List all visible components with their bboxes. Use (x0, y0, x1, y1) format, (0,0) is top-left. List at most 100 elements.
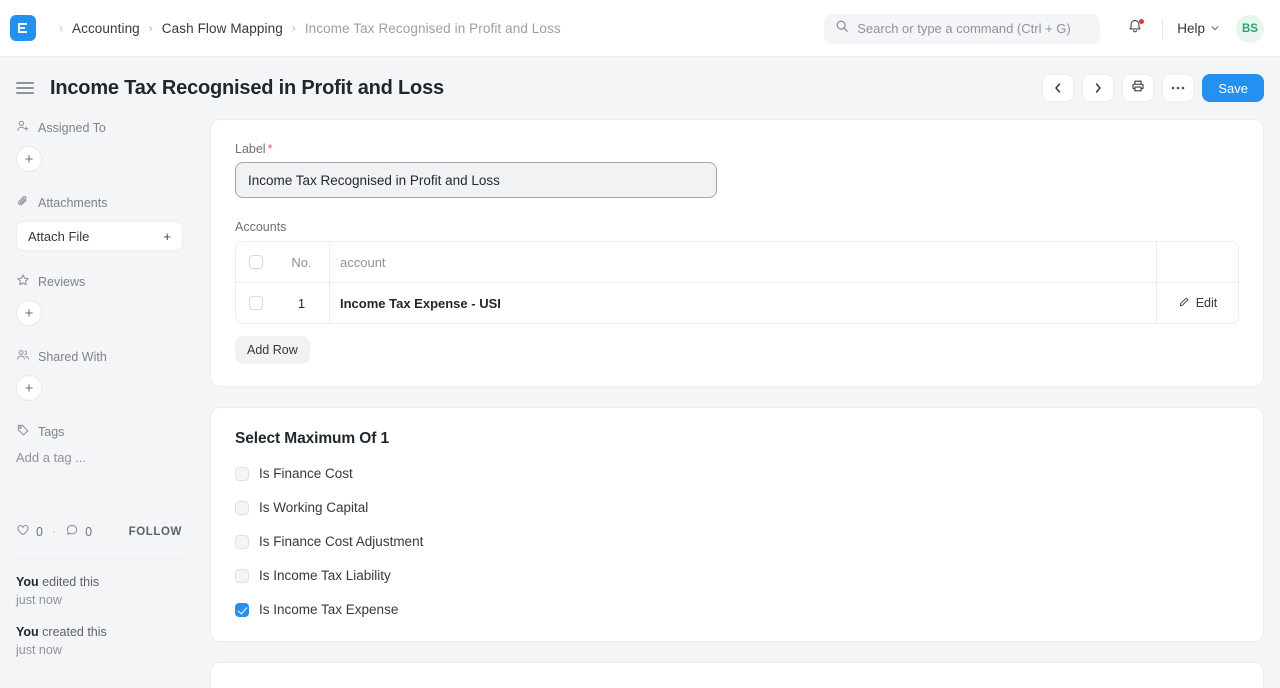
shared-with-label: Shared With (38, 349, 107, 364)
select-all-cell (236, 255, 274, 269)
label-field-text: Label (235, 142, 266, 156)
row-select-cell (236, 296, 274, 310)
notification-badge-dot (1139, 18, 1145, 24)
checkbox-row-is-working-capital[interactable]: Is Working Capital (235, 500, 1239, 515)
comment-button[interactable]: 0 (65, 523, 92, 540)
is-income-tax-expense-label: Is Income Tax Expense (259, 602, 399, 617)
activity-action-1: created this (38, 625, 107, 640)
activity-time-1: just now (16, 643, 62, 658)
column-header-account: account (329, 242, 1156, 282)
form-area: Label* Accounts No. account 1 (200, 119, 1280, 688)
breadcrumb-separator-2: › (291, 21, 296, 35)
attachments-header: Attachments (16, 194, 182, 211)
is-finance-cost-adjustment-checkbox[interactable] (235, 534, 249, 549)
attachments-label: Attachments (38, 195, 108, 210)
form-card-primary: Label* Accounts No. account 1 (210, 119, 1264, 387)
is-finance-cost-label: Is Finance Cost (259, 466, 353, 481)
search-input[interactable] (857, 21, 1090, 36)
is-income-tax-liability-label: Is Income Tax Liability (259, 568, 391, 583)
person-add-icon (16, 119, 30, 136)
is-income-tax-liability-checkbox[interactable] (235, 568, 249, 583)
follow-button[interactable]: FOLLOW (129, 526, 182, 538)
row-edit-button[interactable]: Edit (1156, 283, 1238, 323)
column-header-no: No. (291, 254, 312, 270)
search-icon (835, 19, 849, 38)
sidebar-section-attachments: Attachments Attach File + (16, 194, 183, 251)
attach-file-label: Attach File (28, 228, 90, 244)
row-account-cell[interactable]: Income Tax Expense - USI (329, 283, 1156, 323)
app-logo-icon[interactable] (10, 15, 36, 41)
save-button[interactable]: Save (1202, 74, 1264, 102)
people-icon (16, 348, 30, 365)
is-income-tax-expense-checkbox[interactable] (235, 602, 249, 617)
global-search[interactable] (824, 13, 1101, 44)
printer-icon (1131, 79, 1145, 98)
checkbox-row-is-finance-cost-adjustment[interactable]: Is Finance Cost Adjustment (235, 534, 1239, 549)
activity-entry-edited: You edited this just now (16, 573, 182, 609)
like-button[interactable]: 0 (16, 523, 43, 540)
add-tag-input[interactable]: Add a tag ... (16, 450, 182, 465)
print-button[interactable] (1122, 74, 1155, 102)
breadcrumb: › Accounting › Cash Flow Mapping › Incom… (50, 21, 561, 36)
add-row-button[interactable]: Add Row (235, 336, 310, 364)
navbar-divider (1162, 18, 1164, 39)
reviews-header: Reviews (16, 273, 182, 290)
next-document-button[interactable] (1082, 74, 1115, 102)
shared-with-header: Shared With (16, 348, 182, 365)
chevron-down-icon (1210, 21, 1220, 36)
page-title: Income Tax Recognised in Profit and Loss (50, 76, 444, 99)
tags-label: Tags (38, 424, 65, 439)
checkbox-row-is-finance-cost[interactable]: Is Finance Cost (235, 466, 1239, 481)
row-edit-label: Edit (1195, 296, 1218, 310)
comment-icon (65, 523, 79, 540)
add-share-button[interactable]: + (16, 375, 42, 401)
like-count: 0 (36, 524, 43, 539)
label-input[interactable] (235, 162, 717, 198)
row-account-value: Income Tax Expense - USI (340, 295, 501, 311)
social-separator: · (51, 524, 57, 539)
sidebar-divider (16, 558, 182, 559)
breadcrumb-item-current: Income Tax Recognised in Profit and Loss (304, 20, 561, 36)
select-all-checkbox[interactable] (249, 255, 263, 269)
pencil-icon (1178, 296, 1190, 311)
is-working-capital-checkbox[interactable] (235, 500, 249, 515)
notifications-button[interactable] (1122, 16, 1148, 42)
page-body: Assigned To + Attachments Attach File + (0, 119, 1280, 688)
row-index: 1 (297, 295, 306, 311)
checkbox-row-is-income-tax-liability[interactable]: Is Income Tax Liability (235, 568, 1239, 583)
add-assignment-button[interactable]: + (16, 146, 42, 172)
sidebar-toggle-icon[interactable] (16, 78, 34, 97)
heart-icon (16, 523, 30, 540)
avatar[interactable]: BS (1236, 14, 1264, 43)
plus-icon: + (163, 228, 171, 244)
navbar-right: Help BS (824, 0, 1264, 57)
accounts-grid-label: Accounts (235, 220, 287, 234)
star-icon (16, 273, 30, 290)
accounts-grid: No. account 1 Income Tax Expense - USI E… (235, 241, 1239, 324)
breadcrumb-item-cash-flow-mapping[interactable]: Cash Flow Mapping (162, 21, 283, 36)
reviews-label: Reviews (38, 274, 86, 289)
add-review-button[interactable]: + (16, 300, 42, 326)
checkbox-row-is-income-tax-expense[interactable]: Is Income Tax Expense (235, 602, 1239, 617)
assigned-to-header: Assigned To (16, 119, 182, 136)
previous-document-button[interactable] (1042, 74, 1075, 102)
column-header-actions (1156, 242, 1238, 282)
help-menu[interactable]: Help (1177, 21, 1220, 36)
required-indicator: * (267, 142, 273, 156)
breadcrumb-item-accounting[interactable]: Accounting (72, 21, 140, 36)
is-finance-cost-checkbox[interactable] (235, 466, 249, 481)
is-finance-cost-adjustment-label: Is Finance Cost Adjustment (259, 534, 424, 549)
comment-count: 0 (85, 524, 93, 539)
row-checkbox[interactable] (249, 296, 263, 310)
activity-user-0: You (16, 575, 39, 589)
page-header: Income Tax Recognised in Profit and Loss (0, 57, 1280, 119)
activity-time-0: just now (16, 593, 62, 608)
table-row[interactable]: 1 Income Tax Expense - USI Edit (236, 282, 1238, 323)
breadcrumb-separator-0: › (59, 21, 63, 35)
label-field-label: Label * (235, 142, 1239, 156)
more-actions-button[interactable] (1162, 74, 1195, 102)
attach-file-button[interactable]: Attach File + (16, 221, 183, 251)
help-label: Help (1177, 21, 1205, 36)
tags-header: Tags (16, 423, 182, 440)
form-card-options: Select Maximum Of 1 Is Finance Cost Is W… (210, 407, 1264, 642)
